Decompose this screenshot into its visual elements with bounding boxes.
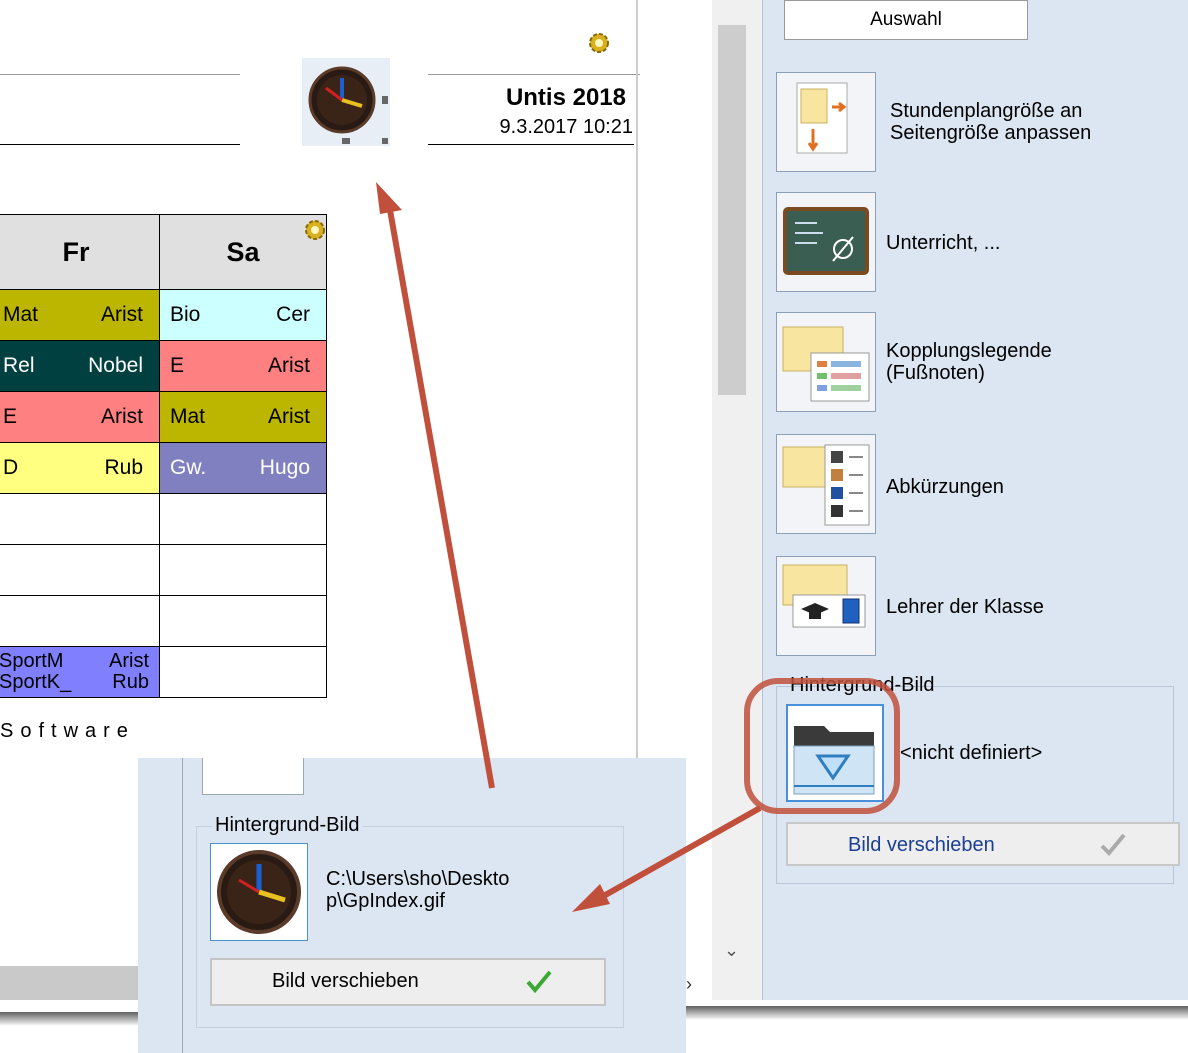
arrow-head	[572, 884, 610, 912]
arrow-head	[376, 182, 402, 214]
arrow-left	[598, 805, 762, 901]
arrow-up	[387, 209, 495, 789]
annotation-arrows	[376, 182, 762, 912]
